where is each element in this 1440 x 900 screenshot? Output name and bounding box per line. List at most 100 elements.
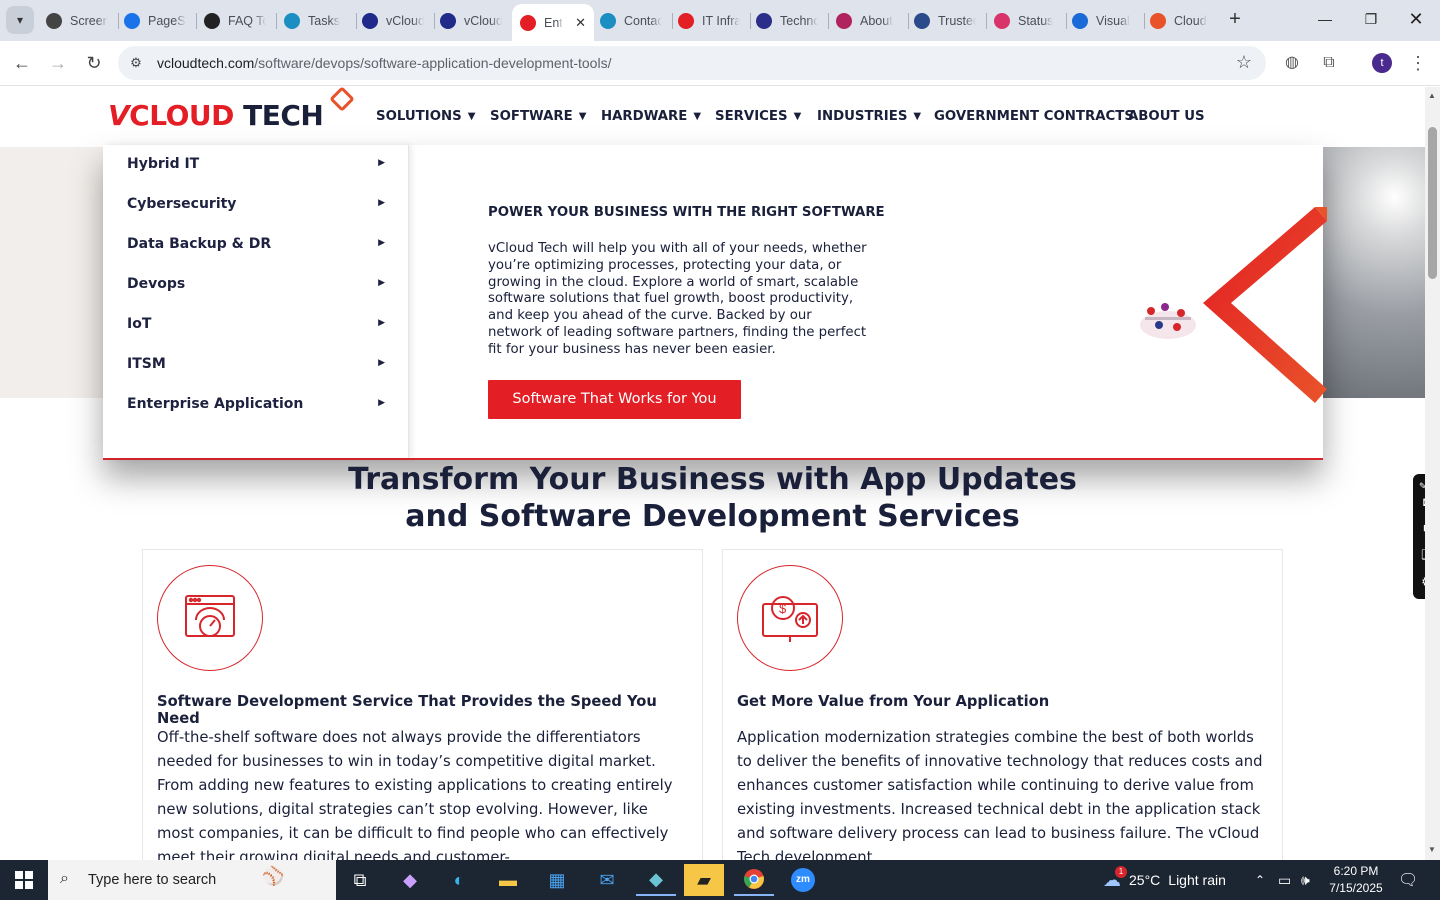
network-icon[interactable]: ▭ — [1278, 860, 1291, 900]
rain-cloud-icon: ☁ 1 — [1103, 865, 1127, 891]
tab-separator — [908, 13, 909, 29]
caret-down-icon: ▼ — [693, 111, 702, 122]
nav-item-label: ABOUT US — [1128, 109, 1205, 124]
translate-icon[interactable]: ◍ — [1281, 52, 1303, 74]
app-diamond-icon[interactable]: ◆ — [636, 864, 676, 896]
browser-tab[interactable]: Enterprise ✕ — [512, 4, 594, 41]
tab-separator — [276, 13, 277, 29]
mega-menu-item[interactable]: Cybersecurity ▶ — [127, 196, 385, 220]
browser-tab[interactable]: Screencastify — [46, 6, 108, 36]
vcloud-logo[interactable]: VCLOUD TECH — [108, 99, 324, 132]
bookmark-star-icon[interactable]: ☆ — [1236, 52, 1252, 73]
section-title-line-2: and Software Development Services — [405, 499, 1020, 534]
browser-tab[interactable]: vCloud Tech — [362, 6, 424, 36]
browser-tab[interactable]: Status — [994, 6, 1056, 36]
mega-menu-description: vCloud Tech will help you with all of yo… — [488, 241, 867, 357]
logo-tech: TECH — [243, 99, 324, 132]
file-explorer-icon[interactable]: ▬ — [488, 864, 528, 896]
menu-kebab-icon[interactable]: ⋮ — [1407, 52, 1429, 74]
browser-tab[interactable]: FAQ Tool — [204, 6, 266, 36]
site-info-icon[interactable]: ⚙ — [128, 55, 144, 71]
nav-item-government-contracts[interactable]: GOVERNMENT CONTRACTS — [934, 109, 1134, 124]
browser-tab[interactable]: IT Infrastructure — [678, 6, 740, 36]
mega-menu-item[interactable]: Enterprise Application ▶ — [127, 396, 385, 420]
mega-menu-item[interactable]: Hybrid IT ▶ — [127, 156, 385, 180]
show-hidden-icons-icon[interactable]: ⌃ — [1255, 860, 1265, 900]
start-button[interactable] — [0, 860, 48, 900]
browser-tab[interactable]: vCloud Tech — [440, 6, 502, 36]
browser-tab-label: vCloud Tech — [464, 14, 502, 28]
scroll-up-icon[interactable]: ▲ — [1428, 91, 1436, 100]
browser-tab-label: FAQ Tool — [228, 14, 266, 28]
back-button[interactable]: ← — [10, 51, 34, 75]
copilot-icon[interactable]: ◆ — [390, 864, 430, 896]
close-window-button[interactable]: ✕ — [1405, 8, 1427, 30]
volume-icon[interactable]: 🕪 — [1301, 860, 1310, 900]
system-clock[interactable]: 6:20 PM 7/15/2025 — [1318, 863, 1394, 897]
nav-item-label: SERVICES — [715, 109, 788, 124]
mega-menu-item[interactable]: Data Backup & DR ▶ — [127, 236, 385, 260]
card-title: Software Development Service That Provid… — [157, 693, 657, 727]
mega-menu-item[interactable]: Devops ▶ — [127, 276, 385, 300]
browser-tab[interactable]: Trusted — [914, 6, 976, 36]
address-bar[interactable]: ⚙ vcloudtech.com/software/devops/softwar… — [118, 46, 1266, 80]
browser-tab[interactable]: Tasks — [284, 6, 346, 36]
browser-tab[interactable]: PageSpeed Insights — [124, 6, 186, 36]
mega-menu-item[interactable]: ITSM ▶ — [127, 356, 385, 380]
scrollbar-thumb[interactable] — [1428, 127, 1437, 279]
browser-tab[interactable]: Visual — [1072, 6, 1134, 36]
mega-menu-item[interactable]: IoT ▶ — [127, 316, 385, 340]
taskbar-search[interactable]: ⌕ Type here to search ⚾ — [48, 860, 336, 900]
tab-separator — [1144, 13, 1145, 29]
chevron-bracket-graphic — [1203, 207, 1327, 403]
browser-toolbar: ← → ↻ ⚙ vcloudtech.com/software/devops/s… — [0, 41, 1440, 86]
weather-widget[interactable]: ☁ 1 25°C Light rain — [1103, 860, 1226, 900]
nav-item-label: GOVERNMENT CONTRACTS — [934, 109, 1134, 124]
browser-tab[interactable]: Contact — [600, 6, 662, 36]
extensions-icon[interactable]: ⧉ — [1318, 52, 1340, 74]
nav-item-hardware[interactable]: HARDWARE ▼ — [601, 109, 701, 124]
browser-tab-label: Technology — [780, 14, 818, 28]
edge-icon[interactable]: ◐ — [439, 864, 479, 896]
task-view-icon[interactable]: ⧉ — [340, 864, 380, 896]
mega-menu-list: Hybrid IT ▶ Cybersecurity ▶ Data Backup & DR… — [103, 145, 409, 458]
notifications-icon[interactable]: 🗨 — [1398, 860, 1418, 900]
nav-item-solutions[interactable]: SOLUTIONS ▼ — [376, 109, 475, 124]
url-text: vcloudtech.com/software/devops/software-… — [157, 55, 611, 71]
store-icon[interactable]: ▦ — [537, 864, 577, 896]
mega-menu-heading: POWER YOUR BUSINESS WITH THE RIGHT SOFTW… — [488, 205, 885, 220]
weather-temp: 25°C — [1129, 872, 1161, 888]
browser-tab[interactable]: Cloud — [1150, 6, 1212, 36]
nav-item-software[interactable]: SOFTWARE ▼ — [490, 109, 586, 124]
section-title: Transform Your Business with App Updates… — [0, 461, 1425, 535]
svg-text:$: $ — [779, 601, 787, 616]
pagespeed-icon — [124, 13, 140, 29]
tab-search-button[interactable]: ▾ — [6, 6, 34, 34]
software-cta-button[interactable]: Software That Works for You — [488, 380, 741, 419]
x-icon — [756, 13, 772, 29]
sticky-notes-icon[interactable]: ▰ — [684, 864, 724, 896]
minimize-button[interactable]: — — [1314, 8, 1336, 30]
zoom-icon[interactable]: zm — [783, 864, 823, 896]
scroll-down-icon[interactable]: ▼ — [1428, 845, 1436, 854]
browser-tab[interactable]: About — [836, 6, 898, 36]
browser-tab-label: Contact — [624, 14, 662, 28]
forward-button[interactable]: → — [46, 51, 70, 75]
profile-avatar[interactable]: t — [1372, 53, 1392, 73]
browser-tab-label: Trusted — [938, 14, 976, 28]
browser-tab-label: vCloud Tech — [386, 14, 424, 28]
page-scrollbar[interactable]: ▲ ▼ — [1425, 87, 1440, 860]
screencastify-icon — [46, 13, 62, 29]
nav-item-industries[interactable]: INDUSTRIES ▼ — [817, 109, 921, 124]
reload-button[interactable]: ↻ — [82, 51, 106, 75]
maximize-button[interactable]: ❐ — [1360, 8, 1382, 30]
chrome-icon[interactable] — [734, 864, 774, 896]
nav-item-about-us[interactable]: ABOUT US — [1128, 109, 1205, 124]
browser-tab-label: Cloud — [1174, 14, 1207, 28]
browser-tab[interactable]: Technology — [756, 6, 818, 36]
close-tab-icon[interactable]: ✕ — [575, 15, 586, 31]
mail-icon[interactable]: ✉ — [587, 864, 627, 896]
new-tab-button[interactable]: + — [1224, 8, 1246, 30]
caret-right-icon: ▶ — [378, 358, 385, 368]
nav-item-services[interactable]: SERVICES ▼ — [715, 109, 801, 124]
